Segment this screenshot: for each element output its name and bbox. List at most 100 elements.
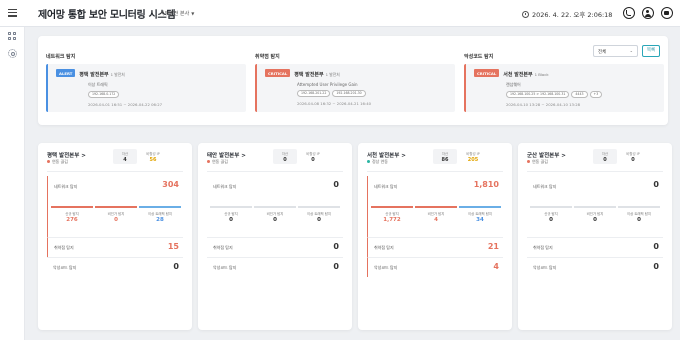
site-card: 군산 발전본부 > 연동 끊김 자산 0 비활성 IP 0 네트워크 탐지 0 신규… xyxy=(518,143,672,330)
hamburger-icon[interactable] xyxy=(8,9,17,17)
unauthorized-detection-value: 0 xyxy=(593,217,597,223)
abnormal-traffic-label: 이상 트래픽 탐지 xyxy=(627,211,651,216)
unauthorized-detection-label: 비인가 탐지 xyxy=(586,211,604,216)
site-name-link[interactable]: 군산 발전본부 > xyxy=(527,151,566,159)
alert-card[interactable]: CRITICAL 평택 발전본부 1 발전처 Attempted User Priv… xyxy=(255,64,455,112)
inactive-ip-label: 비활성 IP xyxy=(466,151,480,156)
network-detection-total: 0 xyxy=(653,180,659,189)
abnormal-traffic-detection: 이상 트래픽 탐지 0 xyxy=(618,206,660,223)
status-dot xyxy=(527,159,530,163)
ip-tag: 192.168.201.22 xyxy=(297,89,331,98)
asset-count-value: 86 xyxy=(441,156,449,163)
malware-label: 악성코드 탐지 xyxy=(53,265,77,270)
abnormal-traffic-value: 34 xyxy=(476,217,484,223)
side-rail xyxy=(0,27,25,340)
site-name-link[interactable]: 서천 발전본부 > xyxy=(367,151,406,159)
alert-description: 랜섬웨어 xyxy=(506,81,521,87)
alert-site-name: 평택 발전본부 xyxy=(79,71,109,78)
alert-time: 2026-04-10 13:28 ~ 2026-04-10 13:28 xyxy=(506,102,581,108)
ip-tag: 192.168.201.30 xyxy=(332,89,366,98)
asset-count-value: 0 xyxy=(603,156,607,163)
malware-detection-row[interactable]: 악성코드 탐지 0 xyxy=(207,257,343,277)
network-detection-block[interactable]: 네트워크 탐지 0 신규 탐지 0 비인가 탐지 0 이상 트래픽 탐지 0 xyxy=(207,176,343,237)
user-icon[interactable] xyxy=(642,7,654,19)
site-selector-label: 서부발전 본사 xyxy=(160,11,190,17)
alert-unit: 1 발전처 xyxy=(325,71,340,77)
site-name-link[interactable]: 태안 발전본부 > xyxy=(207,151,246,159)
unauthorized-detection-value: 0 xyxy=(114,217,118,223)
status-dot xyxy=(367,159,370,163)
network-detection-total: 1,810 xyxy=(473,180,499,189)
unauthorized-detection-label: 비인가 탐지 xyxy=(427,211,445,216)
gear-icon[interactable] xyxy=(8,49,17,58)
unauthorized-detection: 비인가 탐지 0 xyxy=(254,206,296,223)
malware-detection-row[interactable]: 악성코드 탐지 4 xyxy=(367,257,503,277)
unauthorized-detection-value: 4 xyxy=(434,217,438,223)
alert-card[interactable]: ALERT 평택 발전본부 1 발전처 이상 트래픽 192.168.0.172 2… xyxy=(46,64,246,112)
clock-icon xyxy=(522,11,529,18)
malware-value: 0 xyxy=(653,262,659,271)
network-detection-total: 0 xyxy=(333,180,339,189)
inactive-ip-label: 비활성 IP xyxy=(626,151,640,156)
phone-icon[interactable] xyxy=(623,7,635,19)
inactive-ip-count: 비활성 IP 0 xyxy=(301,149,325,164)
alert-tags: 192.168.0.172 xyxy=(88,90,240,99)
divider xyxy=(527,171,663,172)
caret-down-icon: ▼ xyxy=(191,11,195,16)
level-badge: CRITICAL xyxy=(474,69,500,77)
abnormal-traffic-label: 이상 트래픽 탐지 xyxy=(468,211,492,216)
alert-column-title: 취약점 탐지 xyxy=(255,54,280,60)
new-detection-label: 신규 탐지 xyxy=(544,211,558,216)
inactive-ip-value: 205 xyxy=(467,156,479,163)
vulnerability-detection-row[interactable]: 취약점 탐지 21 xyxy=(367,237,503,257)
alert-site: 서천 발전본부 1 Block xyxy=(503,72,548,78)
site-card: 서천 발전본부 > 정상 연동 자산 86 비활성 IP 205 네트워크 탐지 1… xyxy=(358,143,512,330)
malware-detection-row[interactable]: 악성코드 탐지 0 xyxy=(47,257,183,277)
connection-status: 연동 끊김 xyxy=(207,159,228,165)
alert-site: 평택 발전본부 1 발전처 xyxy=(79,72,124,78)
malware-label: 악성코드 탐지 xyxy=(533,265,557,270)
abnormal-traffic-label: 이상 트래픽 탐지 xyxy=(307,211,331,216)
vulnerability-detection-row[interactable]: 취약점 탐지 0 xyxy=(207,237,343,257)
alert-site: 평택 발전본부 1 발전처 xyxy=(294,72,339,78)
new-detection-value: 0 xyxy=(229,217,233,223)
malware-label: 악성코드 탐지 xyxy=(374,265,398,270)
site-card: 태안 발전본부 > 연동 끊김 자산 0 비활성 IP 0 네트워크 탐지 0 신규… xyxy=(198,143,352,330)
new-detection-label: 신규 탐지 xyxy=(385,211,399,216)
vulnerability-detection-row[interactable]: 취약점 탐지 0 xyxy=(527,237,663,257)
status-text: 연동 끊김 xyxy=(212,159,228,164)
dashboard-icon[interactable] xyxy=(8,32,17,41)
malware-value: 0 xyxy=(333,262,339,271)
malware-detection-row[interactable]: 악성코드 탐지 0 xyxy=(527,257,663,277)
app-title: 제어망 통합 보안 모니터링 시스템 xyxy=(38,10,176,21)
site-selector[interactable]: 서부발전 본사 ▼ xyxy=(160,10,194,17)
message-icon[interactable] xyxy=(661,7,673,19)
new-detection-label: 신규 탐지 xyxy=(65,211,79,216)
network-detection-block[interactable]: 네트워크 탐지 0 신규 탐지 0 비인가 탐지 0 이상 트래픽 탐지 0 xyxy=(527,176,663,237)
network-detection-block[interactable]: 네트워크 탐지 1,810 신규 탐지 1,772 비인가 탐지 4 이상 트래픽 … xyxy=(367,176,503,237)
network-detection-label: 네트워크 탐지 xyxy=(54,184,78,189)
port-tag: 4443 xyxy=(571,90,588,99)
alert-column-title: 악성코드 탐지 xyxy=(464,54,494,60)
network-detection-label: 네트워크 탐지 xyxy=(213,184,237,189)
alert-tags: 192.168.100.25 > 192.168.100.31 4443 +3 xyxy=(506,90,658,99)
abnormal-traffic-detection: 이상 트래픽 탐지 28 xyxy=(139,206,181,223)
new-detection-value: 1,772 xyxy=(383,217,401,223)
network-detection-block[interactable]: 네트워크 탐지 304 신규 탐지 276 비인가 탐지 0 이상 트래픽 탐지 28 xyxy=(47,176,183,237)
alert-column-network: 네트워크 탐지 ALERT 평택 발전본부 1 발전처 이상 트래픽 192.168… xyxy=(46,53,246,112)
unauthorized-detection-value: 0 xyxy=(273,217,277,223)
vulnerability-detection-row[interactable]: 취약점 탐지 15 xyxy=(47,237,183,257)
inactive-ip-value: 0 xyxy=(631,156,635,163)
alert-card[interactable]: CRITICAL 서천 발전본부 1 Block 랜섬웨어 192.168.100.… xyxy=(464,64,664,112)
vulnerability-label: 취약점 탐지 xyxy=(54,245,74,250)
alert-site-name: 평택 발전본부 xyxy=(294,71,324,78)
status-dot xyxy=(207,159,210,163)
abnormal-traffic-detection: 이상 트래픽 탐지 34 xyxy=(459,206,501,223)
inactive-ip-value: 0 xyxy=(311,156,315,163)
alert-tags: 192.168.201.22 192.168.201.30 xyxy=(297,89,449,98)
connection-status: 연동 끊김 xyxy=(47,159,68,165)
divider xyxy=(207,171,343,172)
asset-count-label: 자산 xyxy=(281,151,289,156)
asset-count-label: 자산 xyxy=(441,151,449,156)
site-name-link[interactable]: 평택 발전본부 > xyxy=(47,151,86,159)
